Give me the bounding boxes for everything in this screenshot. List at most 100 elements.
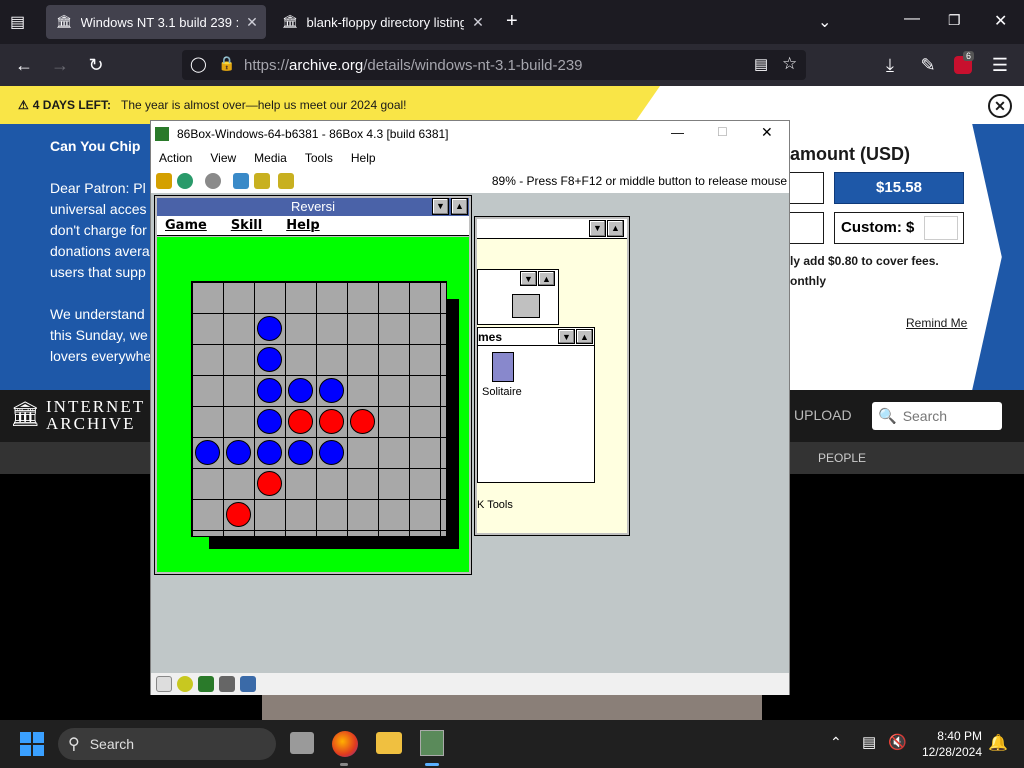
- ia-search-input[interactable]: 🔍 Search: [872, 402, 1002, 430]
- pm-maximize-icon[interactable]: ▲: [607, 220, 624, 237]
- download-icon[interactable]: ⤓: [876, 52, 904, 78]
- hdd-icon[interactable]: [198, 676, 214, 692]
- start-icon[interactable]: [20, 732, 44, 756]
- reversi-menu-game[interactable]: Game: [165, 218, 207, 233]
- group-minimize-icon[interactable]: ▼: [520, 271, 537, 286]
- menu-tools[interactable]: Tools: [305, 151, 333, 165]
- hard-reset-icon[interactable]: [278, 173, 294, 189]
- amount-option[interactable]: [790, 172, 824, 204]
- power-icon[interactable]: [205, 173, 221, 189]
- amount-option[interactable]: [790, 212, 824, 244]
- url-bar[interactable]: ◯ 🔒 https://archive.org/details/windows-…: [182, 50, 806, 80]
- tab-list-icon[interactable]: ▤: [10, 12, 25, 32]
- maximize-icon[interactable]: ☐: [717, 125, 728, 139]
- sound-icon[interactable]: [240, 676, 256, 692]
- show-hidden-icons-icon[interactable]: ⌃: [830, 734, 842, 751]
- menu-action[interactable]: Action: [159, 151, 192, 165]
- task-view-icon[interactable]: [290, 732, 314, 754]
- lock-icon[interactable]: 🔒: [218, 55, 235, 72]
- monthly-option[interactable]: onthly: [790, 274, 826, 288]
- volume-muted-icon[interactable]: 🔇: [888, 733, 907, 751]
- amount-15-58-button[interactable]: $15.58: [834, 172, 964, 204]
- reversi-menu-skill[interactable]: Skill: [231, 218, 262, 233]
- close-window-icon[interactable]: ✕: [994, 11, 1007, 31]
- reversi-menu-help[interactable]: Help: [286, 218, 319, 233]
- solitaire-label[interactable]: Solitaire: [482, 386, 522, 398]
- firefox-icon[interactable]: [332, 731, 358, 757]
- menu-icon[interactable]: ☰: [986, 52, 1014, 78]
- custom-amount-input[interactable]: [924, 216, 958, 240]
- tab-blank-floppy[interactable]: 🏛 blank-floppy directory listing ✕: [272, 5, 492, 39]
- reversi-menubar: Game Skill Help: [157, 216, 469, 236]
- emulated-screen[interactable]: ▼ ▲ ▼ ▲ mes ▼ ▲ Solitaire K Tools — Reve…: [151, 193, 789, 673]
- reader-view-icon[interactable]: ▤: [754, 55, 768, 73]
- tab-overflow-chevron-icon[interactable]: ⌄: [818, 12, 831, 32]
- pause-icon[interactable]: [156, 173, 172, 189]
- file-explorer-icon[interactable]: [376, 732, 402, 754]
- red-disc: [257, 471, 282, 496]
- tab-windows-nt[interactable]: 🏛 Windows NT 3.1 build 239 : Mic ✕: [46, 5, 266, 39]
- 86box-taskbar-icon[interactable]: [420, 730, 444, 756]
- floppy-icon[interactable]: [156, 676, 172, 692]
- extension-badge: 6: [963, 51, 975, 61]
- menu-help[interactable]: Help: [351, 151, 376, 165]
- new-tab-icon[interactable]: +: [506, 10, 518, 33]
- upload-link[interactable]: UPLOAD: [794, 407, 852, 423]
- reset-icon[interactable]: [177, 173, 193, 189]
- remind-me-link[interactable]: Remind Me: [906, 316, 967, 330]
- network-tray-icon[interactable]: ▤: [862, 733, 876, 751]
- cdrom-icon[interactable]: [177, 676, 193, 692]
- minimize-icon[interactable]: —: [904, 10, 920, 28]
- ia-logo-text[interactable]: INTERNET ARCHIVE: [46, 398, 145, 432]
- close-icon[interactable]: ✕: [761, 124, 773, 141]
- decor-arrow: [972, 124, 1024, 390]
- active-indicator: [425, 763, 439, 766]
- reversi-title: Reversi: [157, 198, 469, 216]
- red-disc: [319, 409, 344, 434]
- archive-logo-icon[interactable]: 🏛: [10, 400, 40, 429]
- tools-group-label[interactable]: K Tools: [477, 499, 513, 511]
- taskbar-search[interactable]: ⚲ Search: [58, 728, 276, 760]
- bookmark-star-icon[interactable]: ☆: [782, 54, 797, 74]
- 86box-titlebar: 86Box-Windows-64-b6381 - 86Box 4.3 [buil…: [151, 121, 789, 147]
- url-text: https://archive.org/details/windows-nt-3…: [244, 56, 583, 74]
- close-banner-icon[interactable]: ✕: [988, 94, 1012, 118]
- group-maximize-icon[interactable]: ▲: [538, 271, 555, 286]
- forward-icon[interactable]: →: [46, 52, 74, 78]
- group-maximize-icon[interactable]: ▲: [576, 329, 593, 344]
- donation-banner: ⚠ 4 DAYS LEFT: The year is almost over—h…: [0, 86, 660, 124]
- settings-icon[interactable]: [233, 173, 249, 189]
- reversi-board[interactable]: [191, 281, 447, 537]
- blue-disc: [257, 316, 282, 341]
- archive-favicon-icon: 🏛: [282, 14, 299, 29]
- tab-close-icon[interactable]: ✕: [464, 14, 492, 31]
- reload-icon[interactable]: ↻: [82, 52, 110, 78]
- pm-minimize-icon[interactable]: ▼: [589, 220, 606, 237]
- tab-close-icon[interactable]: ✕: [238, 14, 266, 31]
- minimize-icon[interactable]: —: [671, 125, 684, 140]
- 86box-statusbar: [151, 673, 789, 695]
- print-manager-icon[interactable]: [512, 294, 540, 318]
- group-minimize-icon[interactable]: ▼: [558, 329, 575, 344]
- 86box-icon: [155, 127, 169, 141]
- reversi-maximize-icon[interactable]: ▲: [451, 198, 468, 215]
- red-disc: [288, 409, 313, 434]
- restore-icon[interactable]: ❐: [948, 12, 961, 29]
- extensions-icon[interactable]: ✎: [914, 52, 942, 78]
- back-icon[interactable]: ←: [10, 52, 38, 78]
- banner-text: The year is almost over—help us meet our…: [121, 98, 407, 112]
- 86box-status-text: 89% - Press F8+F12 or middle button to r…: [491, 174, 787, 188]
- menu-media[interactable]: Media: [254, 151, 287, 165]
- reversi-minimize-icon[interactable]: ▼: [432, 198, 449, 215]
- red-disc: [226, 502, 251, 527]
- blue-disc: [319, 440, 344, 465]
- ctrl-alt-del-icon[interactable]: [254, 173, 270, 189]
- menu-view[interactable]: View: [210, 151, 236, 165]
- notification-bell-icon[interactable]: 🔔: [988, 733, 1008, 753]
- people-link[interactable]: PEOPLE: [818, 451, 866, 465]
- clock[interactable]: 8:40 PM 12/28/2024: [920, 728, 982, 760]
- pm-titlebar: ▼ ▲: [477, 219, 627, 239]
- network-icon[interactable]: [219, 676, 235, 692]
- shield-icon[interactable]: ◯: [190, 55, 207, 73]
- solitaire-icon[interactable]: [492, 352, 514, 382]
